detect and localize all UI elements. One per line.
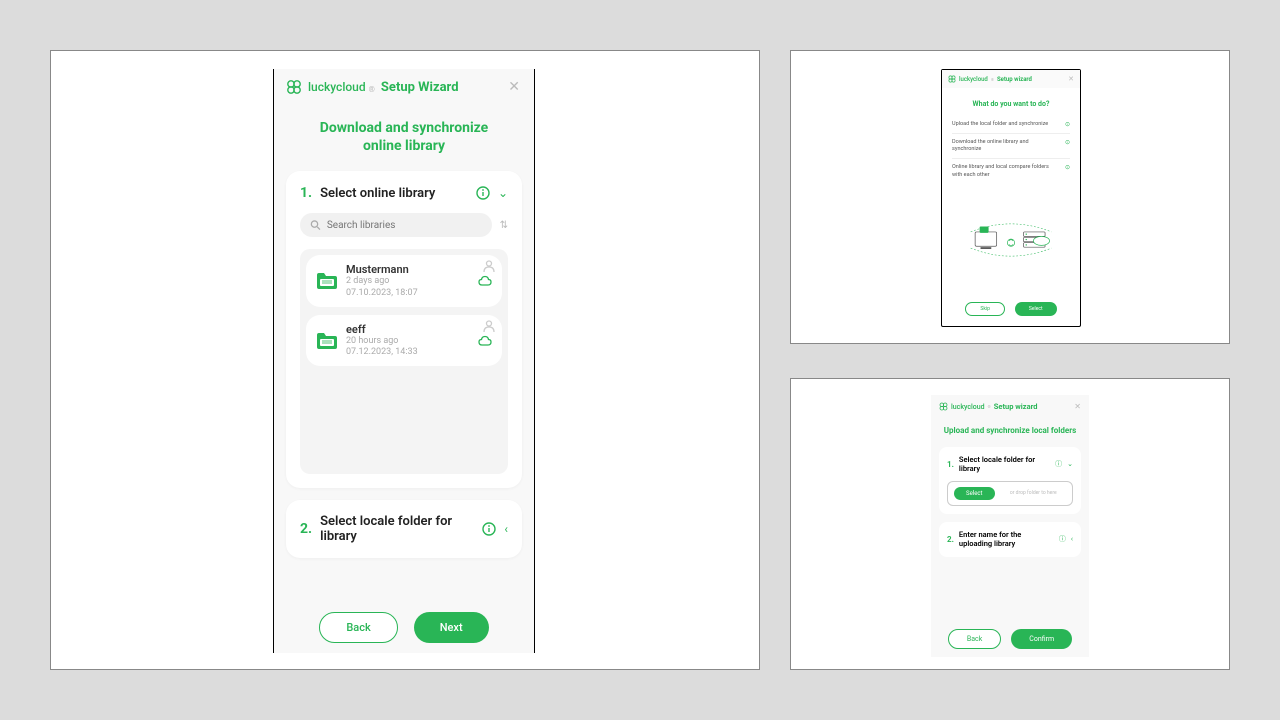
chevron-down-icon[interactable]: ⌄ <box>1067 460 1073 468</box>
circle-arrow-icon: ⊙ <box>1065 139 1070 146</box>
info-icon[interactable]: ⓘ <box>1055 459 1062 469</box>
info-icon[interactable] <box>482 522 496 536</box>
option-list: Upload the local folder and synchronize … <box>942 116 1080 184</box>
wizard-title: Setup Wizard <box>381 80 459 95</box>
logo-icon <box>948 75 956 83</box>
logo-icon <box>939 402 948 411</box>
step1-header[interactable]: 1. Select online library ⌄ <box>300 185 508 201</box>
step1-card: 1. Select online library ⌄ ⇅ Mustermann <box>286 171 522 488</box>
library-item[interactable]: eeff 20 hours ago 07.12.2023, 14:33 <box>306 315 502 367</box>
step1-header[interactable]: 1. Select locale folder for library ⓘ ⌄ <box>947 455 1073 474</box>
info-icon[interactable]: ⓘ <box>1059 534 1066 544</box>
brand-mark: ® <box>991 77 994 82</box>
wizard-header: luckycloud ® Setup wizard ✕ <box>931 395 1089 418</box>
wizard-header: luckycloud ® Setup Wizard ✕ <box>274 69 534 105</box>
brand-name: luckycloud <box>959 76 988 83</box>
step-title: Select locale folder for library <box>320 514 474 544</box>
step1-card: 1. Select locale folder for library ⓘ ⌄ … <box>939 447 1081 514</box>
wizard-title: Setup wizard <box>997 76 1032 83</box>
page-subtitle: What do you want to do? <box>942 88 1080 116</box>
library-timestamp: 07.12.2023, 14:33 <box>346 347 470 358</box>
library-timestamp: 07.10.2023, 18:07 <box>346 288 470 299</box>
circle-arrow-icon: ⊙ <box>1065 121 1070 128</box>
option-item[interactable]: Online library and local compare folders… <box>952 159 1070 183</box>
close-icon[interactable]: ✕ <box>1068 75 1074 83</box>
step-title: Select online library <box>320 186 468 201</box>
page-subtitle: Upload and synchronize local folders <box>931 418 1089 443</box>
library-list: Mustermann 2 days ago 07.10.2023, 18:07 … <box>300 249 508 474</box>
option-item[interactable]: Download the online library and synchron… <box>952 134 1070 159</box>
search-icon <box>310 219 321 231</box>
folder-icon <box>316 272 338 290</box>
person-icon <box>482 259 496 273</box>
wizard-upload: luckycloud ® Setup wizard ✕ Upload and s… <box>931 395 1089 657</box>
step-number: 2. <box>947 535 954 544</box>
wizard-footer: Skip Select <box>942 296 1080 326</box>
folder-icon <box>316 332 338 350</box>
back-button[interactable]: Back <box>319 612 397 643</box>
select-button[interactable]: Select <box>1015 302 1057 316</box>
option-item[interactable]: Upload the local folder and synchronize … <box>952 116 1070 134</box>
back-button[interactable]: Back <box>948 629 1001 649</box>
logo-icon <box>286 79 302 95</box>
library-item[interactable]: Mustermann 2 days ago 07.10.2023, 18:07 <box>306 255 502 307</box>
frame-upload-sync: luckycloud ® Setup wizard ✕ Upload and s… <box>790 378 1230 670</box>
step-title: Select locale folder for library <box>959 455 1050 474</box>
step-title: Enter name for the uploading library <box>959 530 1054 549</box>
step-number: 1. <box>947 460 954 469</box>
wizard-title: Setup wizard <box>994 402 1038 411</box>
library-ago: 2 days ago <box>346 276 470 287</box>
wizard-download: luckycloud ® Setup Wizard ✕ Download and… <box>273 69 535 653</box>
step2-card[interactable]: 2. Select locale folder for library ‹ <box>286 500 522 558</box>
drop-hint: or drop folder to here <box>1001 490 1067 496</box>
search-row: ⇅ <box>300 213 508 237</box>
close-icon[interactable]: ✕ <box>508 79 520 95</box>
cloud-icon <box>478 334 492 348</box>
wizard-footer: Back Next <box>274 598 534 653</box>
search-box[interactable] <box>300 213 492 237</box>
wizard-footer: Back Confirm <box>931 619 1089 657</box>
skip-button[interactable]: Skip <box>965 302 1005 316</box>
library-name: eeff <box>346 323 470 336</box>
circle-arrow-icon: ⊙ <box>1065 164 1070 171</box>
info-icon[interactable] <box>476 186 490 200</box>
brand: luckycloud ® Setup Wizard <box>286 79 459 95</box>
person-icon <box>482 319 496 333</box>
frame-download-sync: luckycloud ® Setup Wizard ✕ Download and… <box>50 50 760 670</box>
chevron-down-icon[interactable]: ⌄ <box>498 186 508 200</box>
frame-what-to-do: luckycloud ® Setup wizard ✕ What do you … <box>790 50 1230 344</box>
brand-name: luckycloud <box>308 80 366 94</box>
brand-mark: ® <box>988 404 991 409</box>
page-subtitle: Download and synchronize online library <box>274 105 534 165</box>
select-folder-button[interactable]: Select <box>954 487 995 500</box>
sync-illustration <box>942 184 1080 296</box>
library-name: Mustermann <box>346 263 470 276</box>
close-icon[interactable]: ✕ <box>1074 402 1081 411</box>
confirm-button[interactable]: Confirm <box>1011 629 1072 649</box>
wizard-choice: luckycloud ® Setup wizard ✕ What do you … <box>941 69 1081 327</box>
search-input[interactable] <box>327 220 482 231</box>
brand-name: luckycloud <box>951 403 985 411</box>
next-button[interactable]: Next <box>414 612 489 643</box>
library-ago: 20 hours ago <box>346 336 470 347</box>
chevron-left-icon[interactable]: ‹ <box>504 522 508 536</box>
step-number: 2. <box>300 521 312 537</box>
folder-drop-zone[interactable]: Select or drop folder to here <box>947 481 1073 506</box>
sort-icon[interactable]: ⇅ <box>500 220 508 231</box>
wizard-header: luckycloud ® Setup wizard ✕ <box>942 70 1080 88</box>
brand-mark: ® <box>369 85 375 94</box>
step-number: 1. <box>300 185 312 201</box>
step2-card[interactable]: 2. Enter name for the uploading library … <box>939 522 1081 557</box>
chevron-left-icon[interactable]: ‹ <box>1071 535 1073 543</box>
cloud-icon <box>478 274 492 288</box>
